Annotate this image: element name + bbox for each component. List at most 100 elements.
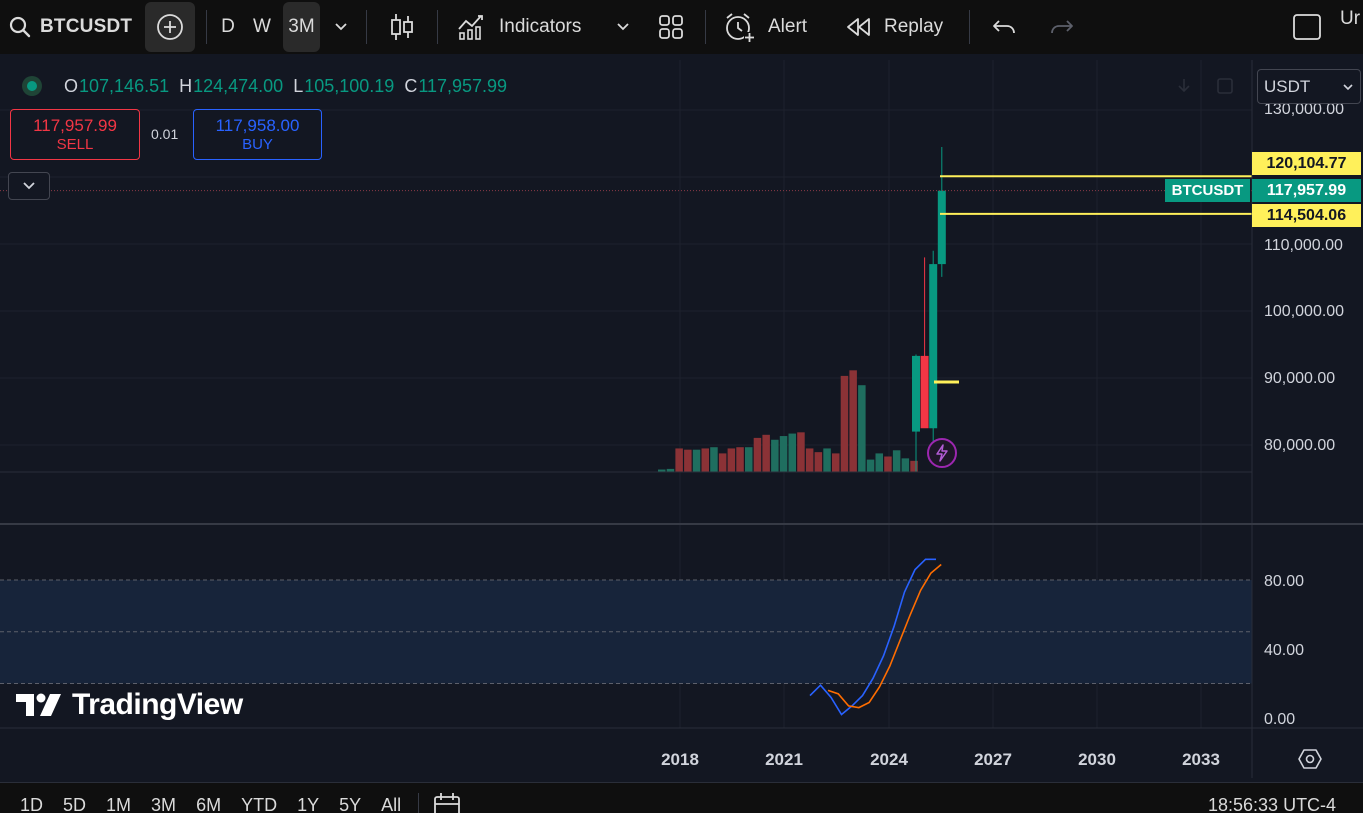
volume-bar	[727, 448, 736, 472]
volume-bar	[762, 434, 770, 472]
chart-hint-icons	[1176, 76, 1236, 101]
axis-settings-button[interactable]	[1298, 747, 1322, 771]
compare-symbol-button[interactable]	[145, 2, 195, 52]
volume-bar	[849, 370, 857, 472]
interval-dropdown[interactable]	[330, 0, 352, 54]
symbol-search-button[interactable]: BTCUSDT	[8, 0, 132, 54]
toolbar-divider	[969, 10, 970, 44]
range-3m[interactable]: 3M	[151, 795, 176, 813]
toolbar-divider	[437, 10, 438, 44]
interval-3m-active[interactable]: 3M	[283, 2, 320, 52]
currency-select[interactable]: USDT	[1257, 69, 1361, 104]
price-axis-label: 100,000.00	[1264, 303, 1344, 320]
sell-price: 117,957.99	[33, 116, 117, 135]
chevron-down-icon	[335, 23, 347, 31]
indicators-dropdown[interactable]	[612, 0, 634, 54]
highlight-level-lower[interactable]: 114,504.06	[1252, 204, 1361, 227]
interval-1d[interactable]: D	[218, 0, 238, 54]
price-axis-label: 110,000.00	[1264, 237, 1343, 254]
candle-body	[912, 355, 920, 432]
time-axis-label: 2018	[661, 750, 699, 769]
buy-price: 117,958.00	[215, 116, 300, 135]
indicator-templates-button[interactable]	[657, 0, 685, 54]
low-key: L	[293, 75, 304, 96]
rewind-icon	[847, 18, 870, 36]
lightning-event-icon[interactable]	[927, 438, 957, 468]
volume-bar	[901, 458, 910, 472]
currency-value: USDT	[1264, 76, 1311, 96]
interval-1w[interactable]: W	[250, 0, 274, 54]
volume-bar	[823, 448, 831, 472]
oscillator-axis-label: 40.00	[1264, 642, 1304, 659]
legend-collapse-button[interactable]	[8, 172, 50, 200]
chevron-down-icon	[1343, 83, 1353, 90]
replay-button[interactable]: Replay	[846, 0, 943, 54]
indicators-button[interactable]: Indicators	[457, 0, 581, 54]
time-axis-label: 2030	[1078, 750, 1116, 769]
range-6m[interactable]: 6M	[196, 795, 221, 813]
volume-bar	[701, 448, 709, 472]
volume-bar	[866, 459, 875, 472]
sell-label: SELL	[56, 136, 94, 153]
low-value: 105,100.19	[304, 75, 395, 96]
alert-button[interactable]: Alert	[724, 0, 807, 54]
volume-bar	[718, 453, 727, 472]
oscillator-axis-label: 80.00	[1264, 573, 1304, 590]
undo-icon	[993, 20, 1015, 34]
candle-body	[920, 355, 929, 429]
chart-area[interactable]: 130,000.00 110,000.00 100,000.00 90,000.…	[0, 60, 1363, 778]
range-ytd[interactable]: YTD	[241, 795, 277, 813]
highlight-level-upper[interactable]: 120,104.77	[1252, 152, 1361, 175]
high-key: H	[179, 75, 193, 96]
candles	[912, 147, 946, 472]
chart-type-button[interactable]	[388, 0, 416, 54]
sell-button[interactable]: 117,957.99 SELL	[10, 109, 140, 160]
redo-button[interactable]	[1048, 0, 1076, 54]
plus-circle-icon	[157, 14, 183, 40]
utc-clock[interactable]: 18:56:33 UTC-4	[1208, 795, 1336, 813]
volume-bar	[805, 448, 814, 472]
settings-icon	[1298, 749, 1322, 769]
price-axis-label: 90,000.00	[1264, 370, 1335, 387]
chart-canvas[interactable]: 130,000.00 110,000.00 100,000.00 90,000.…	[0, 60, 1363, 778]
arrow-down-icon[interactable]	[1176, 76, 1236, 96]
goto-date-button[interactable]	[433, 793, 461, 813]
volume-bar	[745, 447, 753, 472]
range-1y[interactable]: 1Y	[297, 795, 319, 813]
volume-bar	[884, 456, 892, 472]
search-icon	[9, 16, 31, 38]
toolbar-divider	[206, 10, 207, 44]
close-key: C	[404, 75, 418, 96]
grid-icon	[659, 15, 683, 39]
candles-icon	[391, 14, 413, 40]
high-value: 124,474.00	[193, 75, 284, 96]
time-axis-label: 2024	[870, 750, 908, 769]
volume-bar	[779, 436, 788, 472]
market-status-icon[interactable]	[22, 76, 42, 96]
layout-button[interactable]	[1291, 0, 1323, 54]
volume-bar	[753, 437, 762, 472]
buy-button[interactable]: 117,958.00 BUY	[193, 109, 322, 160]
range-all[interactable]: All	[381, 795, 401, 813]
tradingview-logo-icon	[16, 693, 61, 716]
alarm-clock-plus-icon	[726, 13, 755, 43]
volume-bars	[658, 370, 918, 472]
range-1d[interactable]: 1D	[20, 795, 43, 813]
buy-label: BUY	[242, 136, 273, 153]
volume-bar	[892, 450, 901, 472]
range-1m[interactable]: 1M	[106, 795, 131, 813]
chevron-down-icon	[617, 23, 629, 31]
volume-bar	[788, 433, 796, 472]
volume-bar	[675, 448, 683, 472]
range-5d[interactable]: 5D	[63, 795, 86, 813]
volume-bar	[692, 449, 701, 472]
price-axis-label: 80,000.00	[1264, 437, 1335, 454]
chevron-down-icon	[23, 182, 35, 190]
range-5y[interactable]: 5Y	[339, 795, 361, 813]
layout-name-label[interactable]: Ur	[1340, 0, 1360, 54]
candle-body	[937, 190, 946, 265]
tradingview-watermark: TradingView	[16, 688, 243, 722]
open-key: O	[64, 75, 79, 96]
undo-button[interactable]	[990, 0, 1018, 54]
toolbar-divider	[705, 10, 706, 44]
